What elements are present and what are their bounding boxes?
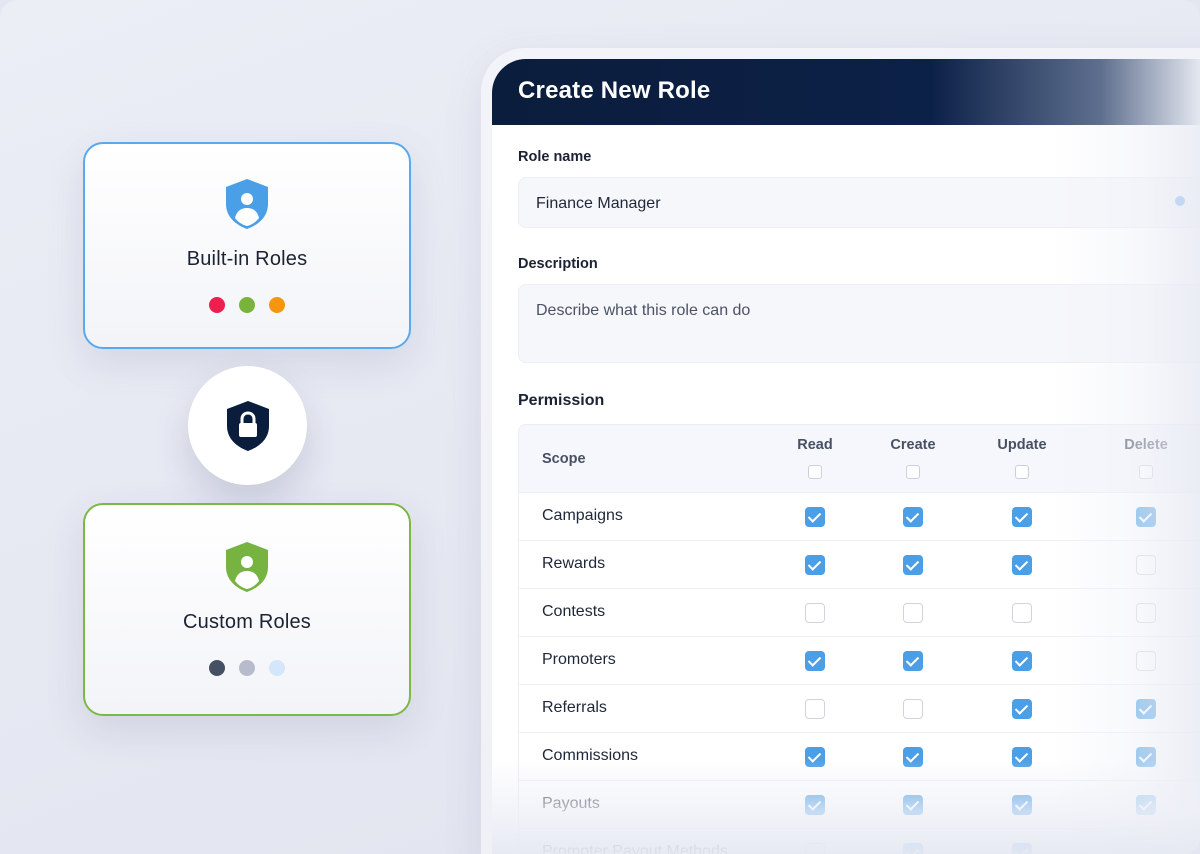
scroll-indicator[interactable] [1175, 196, 1185, 206]
create-permission-checkbox[interactable] [903, 507, 923, 527]
permissions-table: Scope Read Create Update Delete Campaigns Re… [518, 424, 1200, 854]
table-body: Campaigns Rewards Contests Promoters Referra… [519, 493, 1200, 854]
select-all-update-checkbox[interactable] [1015, 465, 1029, 479]
status-dot [239, 660, 255, 676]
status-dot [209, 297, 225, 313]
delete-permission-checkbox[interactable] [1136, 699, 1156, 719]
permission-label: Permission [518, 392, 605, 409]
update-permission-checkbox[interactable] [1012, 747, 1032, 767]
table-row: Rewards [519, 541, 1200, 589]
table-row: Promoters [519, 637, 1200, 685]
table-header: Scope Read Create Update Delete [519, 425, 1200, 493]
custom-roles-title: Custom Roles [183, 611, 311, 633]
select-all-delete-checkbox[interactable] [1139, 465, 1153, 479]
create-permission-checkbox[interactable] [903, 747, 923, 767]
built-in-roles-dots [209, 297, 285, 313]
table-row: Promoter Payout Methods [519, 829, 1200, 854]
column-header-delete: Delete [1124, 437, 1168, 453]
scope-label: Commissions [542, 747, 639, 764]
select-all-read-checkbox[interactable] [808, 465, 822, 479]
read-permission-checkbox[interactable] [805, 795, 825, 815]
description-label: Description [518, 256, 598, 272]
column-header-update: Update [997, 437, 1047, 453]
table-row: Commissions [519, 733, 1200, 781]
create-permission-checkbox[interactable] [903, 699, 923, 719]
update-permission-checkbox[interactable] [1012, 795, 1032, 815]
update-permission-checkbox[interactable] [1012, 651, 1032, 671]
status-dot [209, 660, 225, 676]
built-in-roles-title: Built-in Roles [186, 248, 308, 270]
status-dot [269, 297, 285, 313]
delete-permission-checkbox[interactable] [1136, 747, 1156, 767]
role-name-input[interactable]: Finance Manager [518, 177, 1200, 228]
table-row: Contests [519, 589, 1200, 637]
delete-permission-checkbox[interactable] [1136, 555, 1156, 575]
create-permission-checkbox[interactable] [903, 651, 923, 671]
table-row: Payouts [519, 781, 1200, 829]
scope-label: Promoters [542, 651, 616, 668]
description-textarea[interactable]: Describe what this role can do [518, 284, 1200, 363]
table-row: Campaigns [519, 493, 1200, 541]
custom-roles-dots [209, 660, 285, 676]
update-permission-checkbox[interactable] [1012, 507, 1032, 527]
delete-permission-checkbox[interactable] [1136, 795, 1156, 815]
column-header-read: Read [797, 437, 833, 453]
create-permission-checkbox[interactable] [903, 603, 923, 623]
read-permission-checkbox[interactable] [805, 747, 825, 767]
delete-permission-checkbox[interactable] [1136, 507, 1156, 527]
create-permission-checkbox[interactable] [903, 795, 923, 815]
create-permission-checkbox[interactable] [903, 555, 923, 575]
custom-roles-card[interactable]: Custom Roles [83, 503, 411, 716]
read-permission-checkbox[interactable] [805, 699, 825, 719]
background-frame: Built-in Roles Custom Roles Create New R… [0, 0, 1200, 854]
user-shield-icon [226, 179, 268, 229]
read-permission-checkbox[interactable] [805, 555, 825, 575]
panel-title: Create New Role [492, 59, 1200, 125]
read-permission-checkbox[interactable] [805, 603, 825, 623]
table-row: Referrals [519, 685, 1200, 733]
delete-permission-checkbox[interactable] [1136, 843, 1156, 854]
lock-shield-icon [226, 400, 269, 451]
read-permission-checkbox[interactable] [805, 843, 825, 854]
select-all-create-checkbox[interactable] [906, 465, 920, 479]
lock-badge [188, 366, 307, 485]
user-shield-icon [226, 542, 268, 592]
delete-permission-checkbox[interactable] [1136, 651, 1156, 671]
update-permission-checkbox[interactable] [1012, 603, 1032, 623]
status-dot [269, 660, 285, 676]
scope-label: Campaigns [542, 507, 623, 524]
delete-permission-checkbox[interactable] [1136, 603, 1156, 623]
built-in-roles-card[interactable]: Built-in Roles [83, 142, 411, 349]
read-permission-checkbox[interactable] [805, 651, 825, 671]
scope-header: Scope [542, 451, 586, 467]
read-permission-checkbox[interactable] [805, 507, 825, 527]
scope-label: Rewards [542, 555, 606, 572]
create-role-panel: Create New Role Role name Finance Manage… [492, 59, 1200, 854]
column-header-create: Create [890, 437, 936, 453]
update-permission-checkbox[interactable] [1012, 699, 1032, 719]
update-permission-checkbox[interactable] [1012, 843, 1032, 854]
status-dot [239, 297, 255, 313]
update-permission-checkbox[interactable] [1012, 555, 1032, 575]
scope-label: Promoter Payout Methods [542, 843, 728, 854]
scope-label: Contests [542, 603, 606, 620]
scope-label: Referrals [542, 699, 607, 716]
create-permission-checkbox[interactable] [903, 843, 923, 854]
role-name-label: Role name [518, 149, 592, 165]
scope-label: Payouts [542, 795, 600, 812]
